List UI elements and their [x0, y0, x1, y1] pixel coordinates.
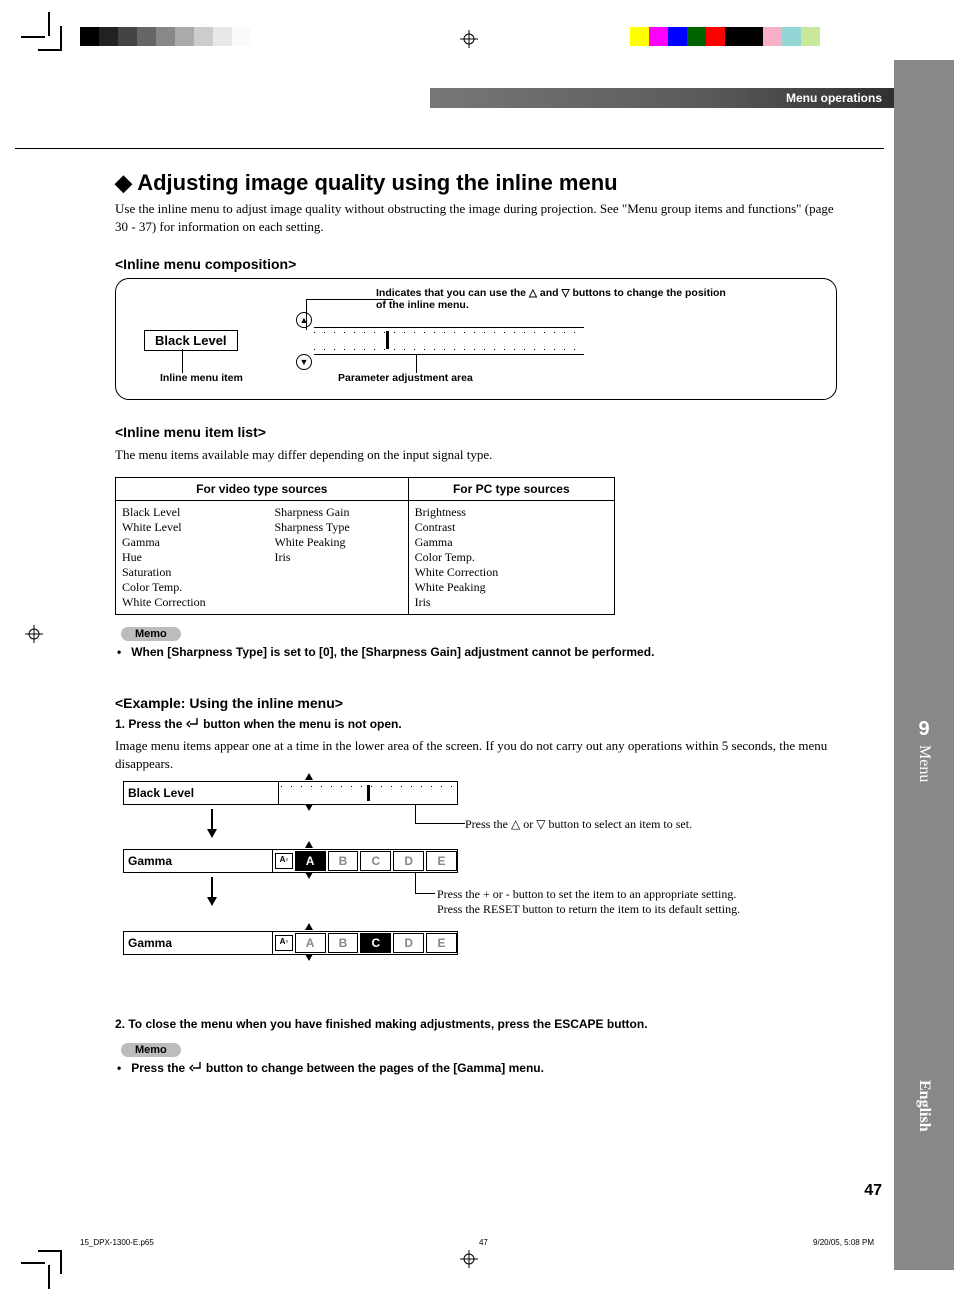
page-title: ◆ Adjusting image quality using the inli…: [115, 170, 835, 196]
section-header: Menu operations: [430, 88, 894, 108]
memo-badge: Memo: [121, 627, 181, 641]
page-icon: A▫: [275, 935, 292, 951]
intro-text: Use the inline menu to adjust image qual…: [115, 200, 835, 236]
body-text: The menu items available may differ depe…: [115, 446, 835, 464]
register-mark-icon: [460, 30, 478, 48]
footer-date: 9/20/05, 5:08 PM: [813, 1238, 874, 1247]
enter-icon: [189, 1061, 203, 1071]
caption: Inline menu item: [160, 372, 243, 384]
section-heading: <Example: Using the inline menu>: [115, 695, 835, 711]
slot: D: [393, 851, 424, 871]
item-list-table: For video type sources For PC type sourc…: [115, 477, 615, 615]
slot: A: [295, 933, 326, 953]
footer-page: 47: [479, 1238, 488, 1247]
inline-menu-label: Black Level: [144, 330, 238, 351]
memo-text: • Press the button to change between the…: [115, 1061, 835, 1075]
register-mark-icon: [460, 1250, 478, 1268]
slider-ticks: [314, 327, 584, 355]
page-icon: A▫: [275, 853, 292, 869]
enter-icon: [186, 717, 200, 727]
indicator-note: Indicates that you can use the △ and ▽ b…: [376, 287, 736, 311]
example-diagram: Black Level Press the △ or ▽ button to s…: [115, 779, 835, 989]
chapter-tab: 9 Menu: [908, 718, 940, 782]
table-header: For video type sources: [116, 477, 409, 500]
slot: E: [426, 851, 457, 871]
down-tri-icon: ▼: [296, 354, 312, 370]
table-header: For PC type sources: [408, 477, 614, 500]
step-1: 1. Press the button when the menu is not…: [115, 717, 835, 731]
footer: 15_DPX-1300-E.p65 47 9/20/05, 5:08 PM: [80, 1238, 874, 1247]
rule: [15, 148, 884, 149]
slot: D: [393, 933, 424, 953]
footer-file: 15_DPX-1300-E.p65: [80, 1238, 154, 1247]
composition-diagram: Indicates that you can use the △ and ▽ b…: [115, 278, 837, 400]
slot: B: [328, 933, 359, 953]
chapter-label: Menu: [915, 745, 933, 782]
inline-row-label: Gamma: [124, 932, 273, 954]
slot: E: [426, 933, 457, 953]
slot: C: [360, 933, 391, 953]
page-number: 47: [864, 1182, 882, 1200]
body-text: Image menu items appear one at a time in…: [115, 737, 835, 773]
slot: A: [295, 851, 326, 871]
register-mark-icon: [25, 625, 43, 643]
language-label: English: [915, 1080, 933, 1132]
slider: [279, 782, 457, 804]
caption: Press the + or - button to set the item …: [437, 887, 740, 917]
inline-row-label: Gamma: [124, 850, 273, 872]
memo-text: • When [Sharpness Type] is set to [0], t…: [115, 645, 835, 659]
step-2: 2. To close the menu when you have finis…: [115, 1017, 835, 1031]
section-heading: <Inline menu item list>: [115, 424, 835, 440]
caption: Parameter adjustment area: [338, 372, 473, 384]
section-heading: <Inline menu composition>: [115, 256, 835, 272]
slot: B: [328, 851, 359, 871]
slider-marker: [386, 331, 389, 349]
language-tab: English: [908, 1080, 940, 1132]
chapter-number: 9: [908, 718, 940, 741]
slot: C: [360, 851, 391, 871]
memo-badge: Memo: [121, 1043, 181, 1057]
caption: Press the △ or ▽ button to select an ite…: [465, 817, 692, 832]
inline-row-label: Black Level: [124, 782, 279, 804]
